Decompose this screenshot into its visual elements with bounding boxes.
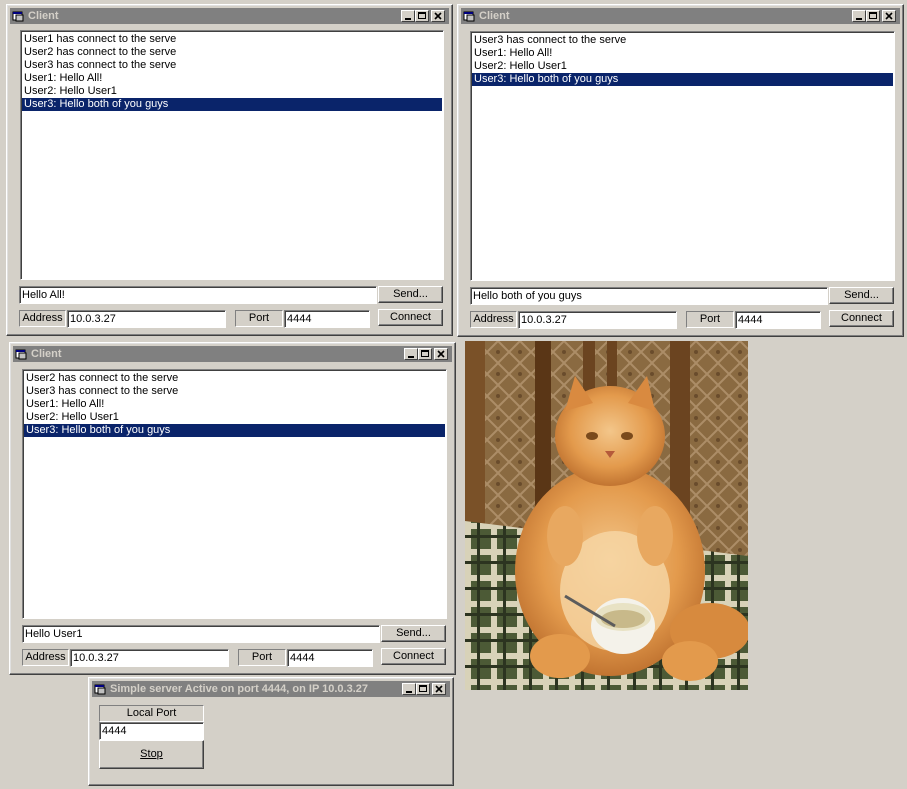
app-window-icon <box>15 349 27 360</box>
window-title: Client <box>479 10 510 22</box>
message-input[interactable]: Hello User1 <box>22 625 380 643</box>
close-button[interactable] <box>432 683 446 695</box>
window-title: Simple server Active on port 4444, on IP… <box>110 683 369 695</box>
port-label: Port <box>235 310 283 327</box>
maximize-button[interactable] <box>866 10 880 22</box>
message-input[interactable]: Hello All! <box>19 286 377 304</box>
title-bar[interactable]: Simple server Active on port 4444, on IP… <box>92 681 450 697</box>
maximize-button[interactable] <box>415 10 429 22</box>
message-item-selected[interactable]: User3: Hello both of you guys <box>472 73 893 86</box>
message-item[interactable]: User1: Hello All! <box>472 47 893 60</box>
address-input[interactable]: 10.0.3.27 <box>518 311 677 329</box>
client-window-1: Client User1 has connect to the serve Us… <box>6 4 453 336</box>
window-title: Client <box>28 10 59 22</box>
message-item[interactable]: User2 has connect to the serve <box>24 372 445 385</box>
app-window-icon <box>463 11 475 22</box>
message-input[interactable]: Hello both of you guys <box>470 287 828 305</box>
app-window-icon <box>12 11 24 22</box>
port-input[interactable]: 4444 <box>284 310 370 328</box>
address-label: Address <box>19 310 66 327</box>
address-input[interactable]: 10.0.3.27 <box>70 649 229 667</box>
title-bar[interactable]: Client <box>10 8 449 24</box>
window-title: Client <box>31 348 62 360</box>
minimize-button[interactable] <box>404 348 418 360</box>
address-label: Address <box>470 311 517 328</box>
message-item[interactable]: User2 has connect to the serve <box>22 46 442 59</box>
message-item[interactable]: User3 has connect to the serve <box>22 59 442 72</box>
message-list[interactable]: User3 has connect to the serve User1: He… <box>470 31 895 281</box>
message-list[interactable]: User2 has connect to the serve User3 has… <box>22 369 447 619</box>
close-button[interactable] <box>434 348 448 360</box>
minimize-button[interactable] <box>852 10 866 22</box>
send-button[interactable]: Send... <box>829 287 894 304</box>
send-button[interactable]: Send... <box>381 625 446 642</box>
close-button[interactable] <box>431 10 445 22</box>
port-label: Port <box>238 649 286 666</box>
stop-button-label: Stop <box>140 748 163 760</box>
message-item[interactable]: User2: Hello User1 <box>22 85 442 98</box>
local-port-label: Local Port <box>99 705 204 722</box>
minimize-button[interactable] <box>401 10 415 22</box>
message-item[interactable]: User3 has connect to the serve <box>24 385 445 398</box>
app-window-icon <box>94 684 106 695</box>
send-button[interactable]: Send... <box>378 286 443 303</box>
title-bar[interactable]: Client <box>461 8 900 24</box>
message-item[interactable]: User3 has connect to the serve <box>472 34 893 47</box>
message-item[interactable]: User1 has connect to the serve <box>22 33 442 46</box>
connect-button[interactable]: Connect <box>381 648 446 665</box>
maximize-button[interactable] <box>416 683 430 695</box>
minimize-button[interactable] <box>402 683 416 695</box>
connect-button[interactable]: Connect <box>378 309 443 326</box>
server-window: Simple server Active on port 4444, on IP… <box>88 677 454 786</box>
port-input[interactable]: 4444 <box>735 311 821 329</box>
client-window-2: Client User3 has connect to the serve Us… <box>457 4 904 337</box>
message-item[interactable]: User1: Hello All! <box>24 398 445 411</box>
local-port-input[interactable]: 4444 <box>99 722 204 740</box>
message-item[interactable]: User2: Hello User1 <box>24 411 445 424</box>
cat-photo <box>465 341 748 690</box>
port-input[interactable]: 4444 <box>287 649 373 667</box>
maximize-button[interactable] <box>418 348 432 360</box>
connect-button[interactable]: Connect <box>829 310 894 327</box>
title-bar[interactable]: Client <box>13 346 452 362</box>
address-input[interactable]: 10.0.3.27 <box>67 310 226 328</box>
client-window-3: Client User2 has connect to the serve Us… <box>9 342 456 675</box>
close-button[interactable] <box>882 10 896 22</box>
stop-button[interactable]: Stop <box>99 740 204 769</box>
address-label: Address <box>22 649 69 666</box>
message-list[interactable]: User1 has connect to the serve User2 has… <box>20 30 444 280</box>
message-item[interactable]: User2: Hello User1 <box>472 60 893 73</box>
port-label: Port <box>686 311 734 328</box>
message-item[interactable]: User1: Hello All! <box>22 72 442 85</box>
message-item-selected[interactable]: User3: Hello both of you guys <box>22 98 442 111</box>
message-item-selected[interactable]: User3: Hello both of you guys <box>24 424 445 437</box>
